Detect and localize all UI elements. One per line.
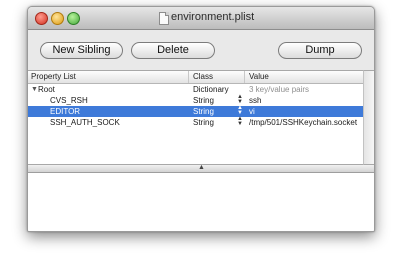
- table-row[interactable]: SSH_AUTH_SOCK String ▲ ▼ /tmp/501/SSHKeyc…: [28, 116, 364, 128]
- title-bar[interactable]: environment.plist: [28, 7, 374, 30]
- split-grip-icon[interactable]: ▲: [198, 164, 205, 171]
- column-header-property-list[interactable]: Property List: [31, 72, 76, 81]
- split-view-divider[interactable]: ▲: [28, 164, 374, 173]
- column-header-class[interactable]: Class: [193, 72, 213, 81]
- row-class[interactable]: String: [193, 118, 214, 127]
- column-header-value[interactable]: Value: [249, 72, 269, 81]
- table-row-root[interactable]: ▼ Root Dictionary 3 key/value pairs: [28, 84, 364, 95]
- row-class[interactable]: Dictionary: [193, 85, 229, 94]
- toolbar: New Sibling Delete Dump: [28, 30, 374, 70]
- zoom-window-button[interactable]: [67, 12, 80, 25]
- class-stepper-icon[interactable]: ▲ ▼: [237, 116, 243, 127]
- row-value[interactable]: /tmp/501/SSHKeychain.socket: [249, 118, 357, 127]
- class-stepper-icon[interactable]: ▲ ▼: [237, 94, 243, 105]
- app-window: environment.plist New Sibling Delete Dum…: [27, 6, 375, 232]
- row-value[interactable]: vi: [249, 107, 255, 116]
- table-header: Property List Class Value: [28, 71, 364, 84]
- vertical-scrollbar[interactable]: [363, 70, 374, 165]
- column-divider[interactable]: [188, 71, 189, 83]
- column-divider[interactable]: [244, 71, 245, 83]
- document-icon: [159, 12, 169, 25]
- disclosure-triangle-icon[interactable]: ▼: [31, 86, 38, 93]
- table-row-selected[interactable]: EDITOR String ▲ ▼ vi: [28, 105, 364, 117]
- table-row[interactable]: CVS_RSH String ▲ ▼ ssh: [28, 94, 364, 106]
- row-key: CVS_RSH: [50, 96, 88, 105]
- row-value[interactable]: ssh: [249, 96, 261, 105]
- row-class[interactable]: String: [193, 96, 214, 105]
- new-sibling-button[interactable]: New Sibling: [40, 42, 123, 59]
- row-key: Root: [38, 85, 55, 94]
- class-stepper-icon[interactable]: ▲ ▼: [237, 105, 243, 116]
- dump-text-pane[interactable]: [28, 173, 374, 231]
- row-value: 3 key/value pairs: [249, 85, 310, 94]
- delete-button[interactable]: Delete: [131, 42, 215, 59]
- dump-button[interactable]: Dump: [278, 42, 362, 59]
- row-key: EDITOR: [50, 107, 81, 116]
- property-list-outline[interactable]: Property List Class Value ▼ Root Diction…: [28, 70, 364, 165]
- row-key: SSH_AUTH_SOCK: [50, 118, 120, 127]
- close-window-button[interactable]: [35, 12, 48, 25]
- minimize-window-button[interactable]: [51, 12, 64, 25]
- window-title: environment.plist: [171, 11, 255, 23]
- row-class[interactable]: String: [193, 107, 214, 116]
